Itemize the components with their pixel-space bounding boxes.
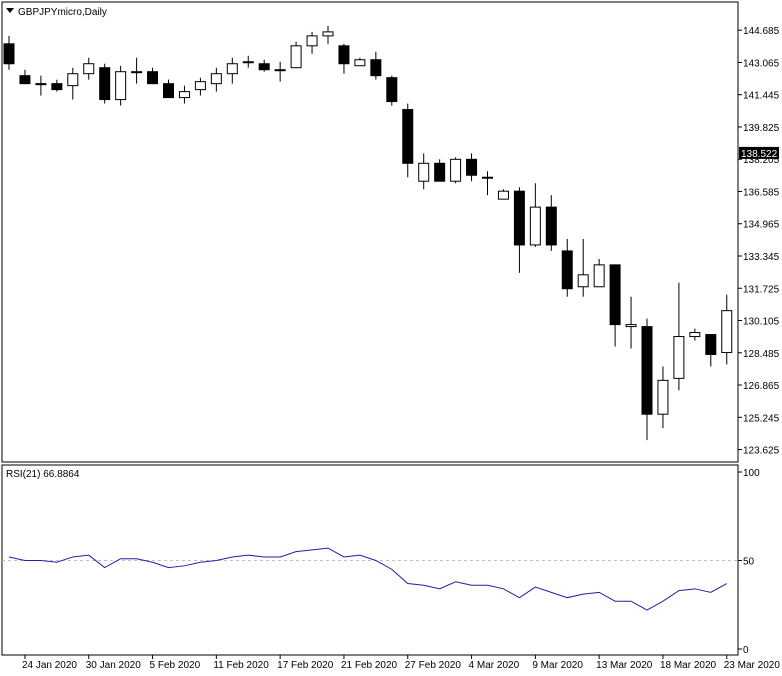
candle-body-bear (19, 75, 31, 85)
main-price-panel[interactable] (1, 1, 739, 463)
candle (450, 157, 462, 184)
candle-body-bull (226, 63, 238, 75)
time-tick-label: 11 Feb 2020 (213, 660, 269, 671)
candle-body-bear (402, 109, 414, 164)
candle-body-bull (354, 59, 366, 67)
candle-body-bull (657, 379, 669, 415)
candle-body-bull (131, 71, 143, 74)
candle-body-bull (577, 274, 589, 288)
price-tick-label: 144.685 (743, 26, 780, 37)
candle-body-bear (147, 71, 159, 85)
candle-body-bear (370, 59, 382, 77)
price-axis: 144.685143.065141.445139.825138.205136.5… (738, 26, 780, 457)
price-tick-label: 126.865 (743, 381, 780, 392)
price-tick-label: 133.345 (743, 252, 780, 263)
time-tick-label: 27 Feb 2020 (405, 660, 462, 671)
candle-body-bull (83, 63, 95, 75)
rsi-tick-label: 0 (743, 645, 749, 656)
candle-body-bear (466, 158, 478, 176)
candle-body-bull (274, 69, 286, 72)
time-tick-label: 21 Feb 2020 (341, 660, 398, 671)
candle-body-bull (178, 91, 190, 99)
candle-body-bear (386, 77, 398, 103)
rsi-label: RSI(21) 66.8864 (6, 469, 80, 480)
candle-body-bear (163, 83, 174, 99)
candle-body-bear (705, 334, 717, 355)
candle-body-bear (561, 250, 573, 290)
candle-body-bull (290, 45, 302, 69)
price-tick-label: 131.725 (743, 284, 780, 295)
candle-body-bull (593, 264, 605, 288)
candle-body-bull (210, 73, 222, 85)
price-tick-label: 130.105 (743, 317, 780, 328)
candle-body-bear (51, 83, 63, 91)
price-tick-label: 139.825 (743, 123, 780, 134)
price-tick-label: 136.585 (743, 187, 780, 198)
time-tick-label: 9 Mar 2020 (532, 660, 583, 671)
candle-body-bull (529, 206, 541, 246)
candle-body-bull (721, 310, 733, 353)
price-tick-label: 141.445 (743, 91, 780, 102)
time-tick-label: 24 Jan 2020 (22, 660, 77, 671)
candle-body-bull (625, 324, 637, 328)
candle-body-bear (258, 63, 270, 71)
candle (99, 63, 111, 104)
candle-body-bull (322, 31, 334, 37)
candle-body-bull (673, 336, 685, 379)
candle-body-bear (513, 190, 525, 246)
candle-body-bull (418, 162, 430, 182)
time-tick-label: 13 Mar 2020 (596, 660, 653, 671)
candle (290, 41, 302, 69)
rsi-tick-label: 50 (743, 557, 755, 568)
time-tick-label: 5 Feb 2020 (150, 660, 201, 671)
candle (115, 65, 127, 106)
candle-body-bull (450, 158, 462, 182)
time-tick-label: 4 Mar 2020 (469, 660, 520, 671)
candle-body-bear (434, 162, 446, 182)
candle-body-bear (609, 264, 621, 326)
candle-body-bear (99, 67, 111, 101)
current-price-label: 138.522 (741, 149, 778, 160)
candle-body-bull (35, 83, 47, 86)
symbol-label: GBPJPYmicro,Daily (18, 7, 107, 18)
candle (386, 75, 398, 106)
rsi-tick-label: 100 (743, 468, 760, 479)
time-tick-label: 17 Feb 2020 (277, 660, 334, 671)
time-tick-label: 18 Mar 2020 (660, 660, 717, 671)
price-tick-label: 125.245 (743, 413, 780, 424)
candle-body-bull (306, 35, 318, 47)
price-tick-label: 134.965 (743, 220, 780, 231)
candle (497, 189, 509, 200)
candle-body-bull (482, 176, 493, 179)
time-tick-label: 30 Jan 2020 (86, 660, 141, 671)
price-tick-label: 143.065 (743, 58, 780, 69)
price-tick-label: 123.625 (743, 446, 780, 457)
candle-body-bull (242, 61, 254, 64)
candle-body-bear (545, 206, 557, 246)
candle-body-bull (194, 81, 206, 91)
candle-body-bear (3, 43, 15, 65)
candle-body-bull (67, 73, 79, 87)
rsi-axis: 100 50 0 (738, 468, 760, 656)
candle-body-bear (338, 45, 350, 65)
time-axis: 24 Jan 2020 30 Jan 2020 5 Feb 2020 11 Feb 2… (22, 655, 780, 671)
time-tick-label: 23 Mar 2020 (724, 660, 781, 671)
price-tick-label: 128.485 (743, 349, 780, 360)
candle-body-bull (497, 190, 509, 200)
price-chart[interactable]: 144.685143.065141.445139.825138.205136.5… (0, 0, 782, 676)
candle-body-bull (115, 71, 127, 101)
candle-body-bear (641, 326, 653, 415)
candle-body-bull (689, 332, 701, 338)
